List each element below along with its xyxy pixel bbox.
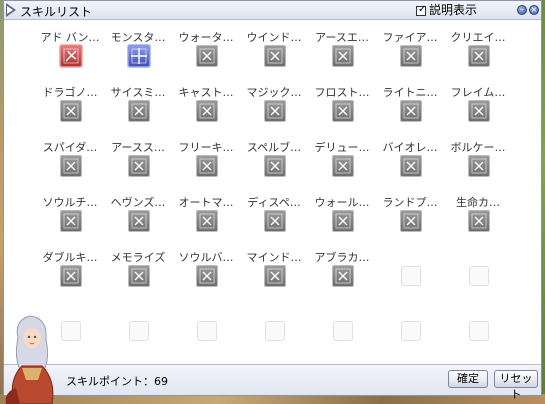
water-icon[interactable] xyxy=(196,45,218,67)
confirm-button[interactable]: 確定 xyxy=(448,370,488,388)
skill-name: フレイム… xyxy=(450,86,506,99)
skill-slot[interactable]: 生命カ… xyxy=(454,194,522,246)
wall-icon[interactable] xyxy=(332,210,354,232)
volcano-icon[interactable] xyxy=(468,155,490,177)
empty-skill-slot xyxy=(61,321,81,341)
create-icon[interactable] xyxy=(468,45,490,67)
skill-name: オートマ… xyxy=(178,196,234,209)
empty-skill-slot xyxy=(469,321,489,341)
dragonology-icon[interactable] xyxy=(60,100,82,122)
empty-skill-slot xyxy=(197,321,217,341)
soul-change-icon[interactable] xyxy=(60,210,82,232)
double-cast-icon[interactable] xyxy=(60,265,82,287)
skill-name: スペルブ… xyxy=(246,141,302,154)
skill-name: クリエイ… xyxy=(450,31,506,44)
reset-button[interactable]: リセット xyxy=(494,370,538,401)
soul-burn-icon[interactable] xyxy=(196,265,218,287)
skill-name: マインド… xyxy=(246,251,302,264)
skill-name: ボルケー… xyxy=(450,141,506,154)
skill-name: ファイア… xyxy=(382,31,438,44)
skill-name: ディスペ… xyxy=(247,196,301,209)
skill-name: ランドプ… xyxy=(382,196,438,209)
deluge-icon[interactable] xyxy=(332,155,354,177)
heavens-drive-icon[interactable] xyxy=(128,210,150,232)
fire-icon[interactable] xyxy=(400,45,422,67)
skill-name: ウォータ… xyxy=(178,31,234,44)
skill-name: ドラゴノ… xyxy=(42,86,98,99)
skill-name: マジック… xyxy=(246,86,302,99)
skill-slot[interactable]: フレイム… xyxy=(451,84,522,136)
skill-list-window: スキルリスト ✓ 説明表示 – × アド バン… モンスタ… ウォータ… ウインド… ア… xyxy=(3,0,542,401)
skill-name: メモライズ xyxy=(110,251,166,264)
dispell-icon[interactable] xyxy=(264,210,286,232)
earth-icon[interactable] xyxy=(332,45,354,67)
show-description-checkbox[interactable]: ✓ xyxy=(416,3,427,16)
skill-name: モンスタ… xyxy=(110,31,166,44)
flame-icon[interactable] xyxy=(468,100,490,122)
seismic-icon[interactable] xyxy=(128,100,150,122)
spider-web-icon[interactable] xyxy=(60,155,82,177)
window-title: スキルリスト xyxy=(20,5,93,19)
skill-points-label: スキルポイント：69 xyxy=(66,375,168,388)
skill-name: スパイダ… xyxy=(42,141,98,154)
skill-name: 生命カ… xyxy=(456,196,500,209)
skill-name: ソウルチ… xyxy=(42,196,98,209)
skill-name: アド バン… xyxy=(40,31,100,44)
land-protector-icon[interactable] xyxy=(400,210,422,232)
violent-gale-icon[interactable] xyxy=(400,155,422,177)
skill-name: ダブルキ… xyxy=(42,251,98,264)
show-description-toggle[interactable]: ✓ 説明表示 xyxy=(416,4,477,17)
skill-name: フロスト… xyxy=(314,86,370,99)
advanced-book-icon[interactable] xyxy=(60,45,82,67)
skill-name: ウォール… xyxy=(314,196,370,209)
skill-slot[interactable]: アブラカ… xyxy=(315,249,386,301)
skill-name: アースス… xyxy=(111,141,165,154)
frost-icon[interactable] xyxy=(332,100,354,122)
free-cast-icon[interactable] xyxy=(196,155,218,177)
skill-name: ソウルバ… xyxy=(178,251,234,264)
titlebar[interactable]: スキルリスト ✓ 説明表示 – × xyxy=(4,1,541,20)
skill-name: ウインド… xyxy=(246,31,302,44)
cast-icon[interactable] xyxy=(196,100,218,122)
empty-skill-slot xyxy=(333,321,353,341)
skill-name: デリュー… xyxy=(314,141,370,154)
abracadabra-icon[interactable] xyxy=(332,265,354,287)
skill-name: アースエ… xyxy=(315,31,369,44)
checkmark-icon: ✓ xyxy=(418,3,427,15)
skill-slot[interactable]: クリエイ… xyxy=(451,29,522,81)
empty-skill-slot xyxy=(265,321,285,341)
skill-name: ヘヴンズ… xyxy=(110,196,166,209)
monster-target-icon[interactable] xyxy=(128,45,150,67)
skill-name: バイオレ… xyxy=(382,141,438,154)
mind-breaker-icon[interactable] xyxy=(264,265,286,287)
skill-name: アブラカ… xyxy=(314,251,370,264)
magic-icon[interactable] xyxy=(264,100,286,122)
close-button[interactable]: × xyxy=(529,5,539,15)
life-icon[interactable] xyxy=(468,210,490,232)
empty-skill-slot xyxy=(401,266,421,286)
skill-name: キャスト… xyxy=(178,86,234,99)
skill-name: サイスミ… xyxy=(110,86,166,99)
earth-spike-icon[interactable] xyxy=(128,155,150,177)
memorize-icon[interactable] xyxy=(128,265,150,287)
character-avatar xyxy=(5,315,54,404)
empty-skill-slot xyxy=(129,321,149,341)
show-description-label: 説明表示 xyxy=(429,3,478,17)
lightning-icon[interactable] xyxy=(400,100,422,122)
wind-icon[interactable] xyxy=(264,45,286,67)
spell-breaker-icon[interactable] xyxy=(264,155,286,177)
minimize-button[interactable]: – xyxy=(517,5,527,15)
empty-skill-slot xyxy=(469,266,489,286)
skill-slot[interactable]: ボルケー… xyxy=(451,139,522,191)
skill-name: フリーキ… xyxy=(178,141,234,154)
empty-skill-slot xyxy=(401,321,421,341)
skill-name: ライトニ… xyxy=(382,86,438,99)
auto-magic-icon[interactable] xyxy=(196,210,218,232)
footer-bar: スキルポイント：69 確定 リセット xyxy=(4,364,541,401)
